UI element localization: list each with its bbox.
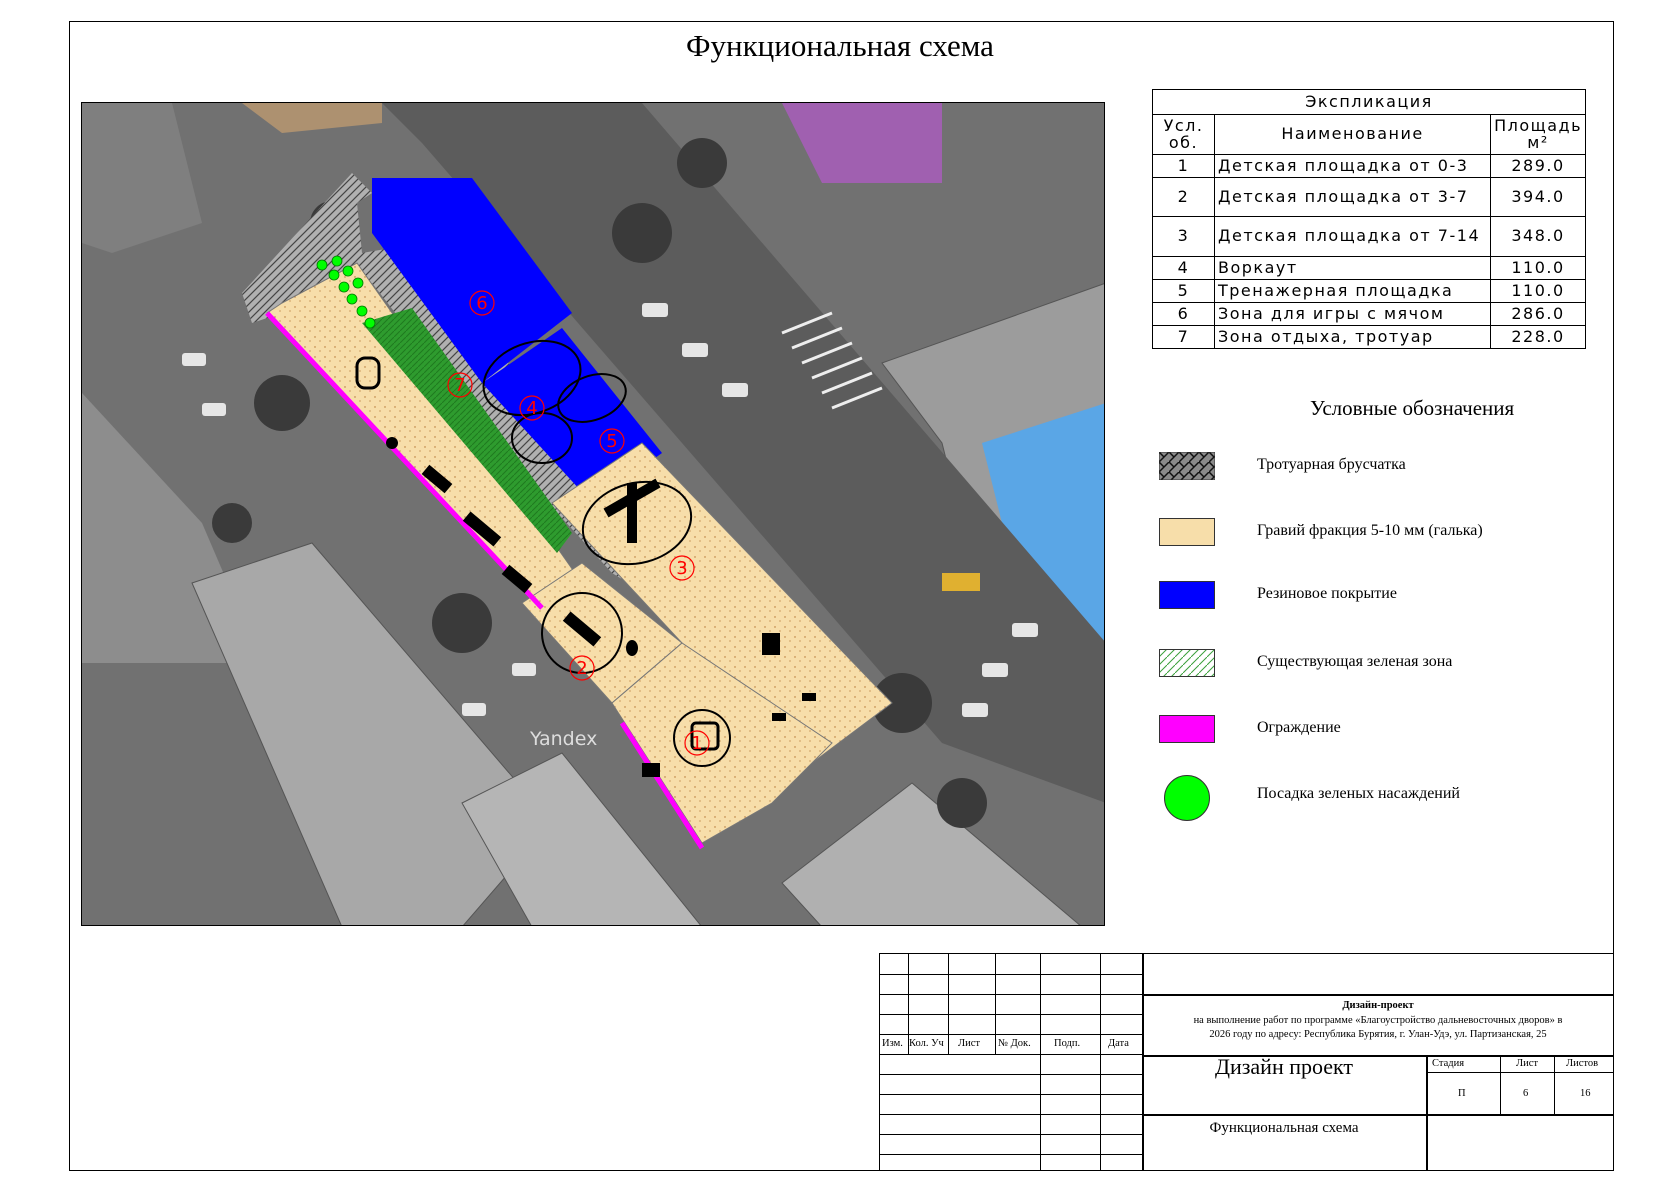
zone-marker-6: 6 [476,293,487,314]
zone-marker-1: 1 [691,733,702,754]
page-title: Функциональная схема [686,28,994,63]
legend-item-paving: Тротуарная брусчатка [1155,446,1615,490]
explication-caption: Экспликация [1152,89,1586,115]
table-row: 2 Детская площадка от 3-7 394.0 [1152,177,1586,217]
header-num: Усл. об. [1152,114,1215,155]
header-area: Площадь м² [1490,114,1586,155]
tree-circle-icon [1164,775,1210,821]
stage-value: П [1458,1088,1466,1099]
row-area: 348.0 [1490,216,1586,257]
stamp-col-kol: Кол. Уч [909,1038,944,1049]
legend-label: Резиновое покрытие [1257,585,1397,602]
table-row: 1 Детская площадка от 0-3 289.0 [1152,154,1586,178]
table-row: 3 Детская площадка от 7-14 348.0 [1152,216,1586,257]
zone-marker-5: 5 [606,431,617,452]
table-row: 5 Тренажерная площадка 110.0 [1152,279,1586,303]
legend-item-fence: Ограждение [1155,709,1615,753]
legend-item-gravel: Гравий фракция 5-10 мм (галька) [1155,512,1615,556]
paving-pattern-icon [1159,452,1215,480]
stamp-col-sign: Подп. [1054,1038,1081,1049]
fence-swatch-icon [1159,715,1215,743]
zone-marker-2: 2 [576,658,587,679]
sheet-name: Функциональная схема [1209,1120,1359,1136]
row-name: Детская площадка от 7-14 [1213,216,1492,257]
legend-item-trees: Посадка зеленых насаждений [1155,775,1615,821]
legend-label: Ограждение [1257,719,1341,736]
row-name: Тренажерная площадка [1213,279,1492,303]
row-num: 2 [1152,177,1215,217]
stamp-col-doc: № Док. [998,1038,1031,1049]
row-num: 6 [1152,302,1215,326]
project-title: Дизайн-проект [1342,1000,1414,1011]
row-name: Зона отдыха, тротуар [1213,325,1492,349]
row-num: 7 [1152,325,1215,349]
legend-label: Существующая зеленая зона [1257,653,1453,670]
header-name: Наименование [1213,114,1492,155]
row-area: 394.0 [1490,177,1586,217]
sheets-value: 16 [1580,1088,1591,1099]
legend-label: Тротуарная брусчатка [1257,456,1406,473]
project-name: Дизайн проект [1214,1054,1354,1079]
parked-bus [942,573,980,591]
row-area: 110.0 [1490,279,1586,303]
zone-marker-4: 4 [526,398,537,419]
project-line-2: 2026 году по адресу: Республика Бурятия,… [1209,1029,1547,1041]
legend-item-green-zone: Существующая зеленая зона [1155,643,1615,687]
row-area: 228.0 [1490,325,1586,349]
legend-item-rubber: Резиновое покрытие [1155,575,1615,619]
row-area: 289.0 [1490,154,1586,178]
stamp-col-list: Лист [958,1038,980,1049]
project-line-1: на выполнение работ по программе «Благоу… [1193,1014,1563,1026]
legend-label: Посадка зеленых насаждений [1257,785,1460,802]
sheet-label: Лист [1516,1058,1538,1069]
row-num: 4 [1152,256,1215,280]
zone-marker-3: 3 [676,558,687,579]
legend-title: Условные обозначения [1310,396,1515,420]
title-block: Изм. Кол. Уч Лист № Док. Подп. Дата Диза… [879,953,1614,1171]
rubber-swatch-icon [1159,581,1215,609]
zone-marker-7: 7 [454,375,465,396]
row-area: 286.0 [1490,302,1586,326]
row-name: Детская площадка от 3-7 [1213,177,1492,217]
site-plan-svg: 1 2 3 4 5 6 7 Yandex [82,103,1104,925]
sheets-label: Листов [1566,1058,1599,1069]
table-row: 7 Зона отдыха, тротуар 228.0 [1152,325,1586,349]
row-num: 3 [1152,216,1215,257]
row-name: Детская площадка от 0-3 [1213,154,1492,178]
row-name: Воркаут [1213,256,1492,280]
explication-table: Экспликация Усл. об. Наименование Площад… [1152,89,1586,349]
hatched-green-swatch-icon [1159,649,1215,677]
project-description: Дизайн-проект на выполнение работ по про… [1142,999,1614,1043]
map-watermark: Yandex [529,728,597,750]
stamp-col-date: Дата [1108,1038,1129,1049]
row-area: 110.0 [1490,256,1586,280]
stamp-col-izm: Изм. [882,1038,903,1049]
gravel-swatch-icon [1159,518,1215,546]
sheet-value: 6 [1523,1088,1529,1099]
site-plan-map: 1 2 3 4 5 6 7 Yandex [81,102,1105,926]
row-num: 1 [1152,154,1215,178]
row-name: Зона для игры с мячом [1213,302,1492,326]
table-row: 4 Воркаут 110.0 [1152,256,1586,280]
stage-label: Стадия [1432,1058,1465,1069]
row-num: 5 [1152,279,1215,303]
table-row: 6 Зона для игры с мячом 286.0 [1152,302,1586,326]
legend-label: Гравий фракция 5-10 мм (галька) [1257,522,1483,539]
